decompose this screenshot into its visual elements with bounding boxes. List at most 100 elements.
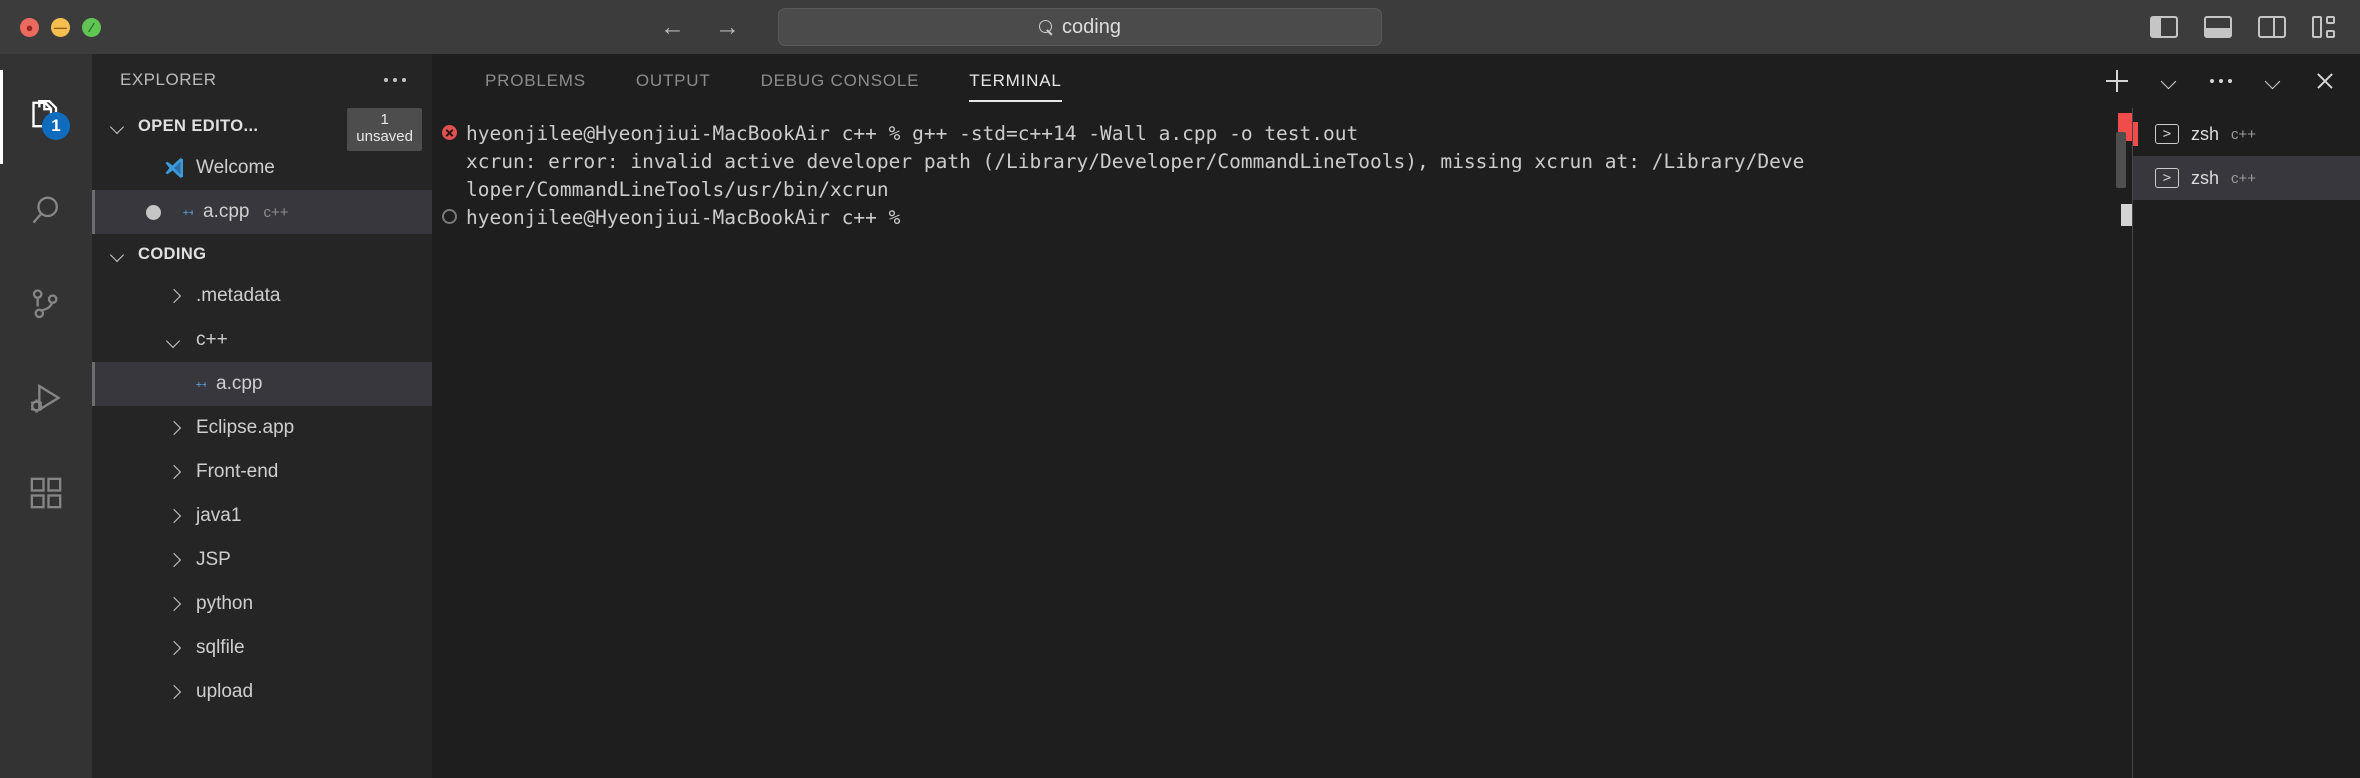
- chevron-right-icon: [162, 416, 186, 440]
- chevron-right-icon: [162, 680, 186, 704]
- terminal-prompt-text: hyeonjilee@Hyeonjiui-MacBookAir c++ %: [466, 206, 913, 229]
- close-icon: ●: [25, 19, 34, 35]
- bottom-panel: PROBLEMS OUTPUT DEBUG CONSOLE TERMINAL h…: [432, 54, 2360, 778]
- tree-item-label: Front-end: [196, 461, 279, 482]
- chevron-down-icon: [106, 242, 130, 266]
- explorer-title: EXPLORER: [120, 70, 217, 89]
- tab-terminal[interactable]: TERMINAL: [944, 54, 1086, 108]
- command-status-gutter: [432, 148, 466, 153]
- terminal-prompt-line: hyeonjilee@Hyeonjiui-MacBookAir c++ %: [432, 204, 2132, 232]
- back-arrow-icon[interactable]: ←: [660, 14, 685, 40]
- unsaved-count-badge: 1 unsaved: [347, 108, 422, 151]
- open-editor-a-cpp[interactable]: ++ a.cpp c++: [92, 190, 432, 234]
- tree-item-sqlfile[interactable]: sqlfile: [92, 626, 432, 670]
- terminal-tabs-list: > zsh c++ > zsh c++: [2132, 108, 2360, 778]
- unsaved-count: 1: [380, 111, 389, 128]
- command-center-search[interactable]: coding: [778, 8, 1382, 46]
- chevron-right-icon: [162, 636, 186, 660]
- activity-bar-item-explorer[interactable]: 1: [0, 70, 92, 164]
- toggle-primary-sidebar-icon[interactable]: [2150, 16, 2178, 38]
- activity-bar-item-source-control[interactable]: [0, 258, 92, 352]
- new-terminal-dropdown-icon[interactable]: [2156, 68, 2182, 94]
- search-icon: [1039, 19, 1054, 35]
- terminal-line-text: xcrun: error: invalid active developer p…: [466, 150, 1805, 173]
- terminal-more-actions-icon[interactable]: [2208, 68, 2234, 94]
- explorer-sidebar: EXPLORER OPEN EDITO... 1 unsaved Welcome…: [92, 54, 432, 778]
- command-status-gutter: [432, 176, 466, 181]
- minimize-window-button[interactable]: —: [51, 17, 70, 37]
- tab-label: TERMINAL: [969, 71, 1062, 90]
- open-editor-welcome[interactable]: Welcome: [92, 146, 432, 190]
- chevron-right-icon: [162, 592, 186, 616]
- panel-header: PROBLEMS OUTPUT DEBUG CONSOLE TERMINAL: [432, 54, 2360, 108]
- tab-problems[interactable]: PROBLEMS: [460, 54, 611, 108]
- command-status-gutter: [432, 204, 466, 224]
- terminal-shell-icon: >: [2155, 124, 2179, 144]
- tab-label: PROBLEMS: [485, 71, 586, 90]
- svg-text:++: ++: [196, 380, 206, 391]
- tree-item-jsp[interactable]: JSP: [92, 538, 432, 582]
- terminal-tab-name: zsh: [2191, 123, 2220, 144]
- terminal-tab-2[interactable]: > zsh c++: [2133, 156, 2360, 200]
- close-window-button[interactable]: ●: [20, 17, 39, 37]
- tab-label: DEBUG CONSOLE: [760, 71, 920, 90]
- tree-item-label: Eclipse.app: [196, 417, 295, 438]
- explorer-badge-count: 1: [42, 112, 70, 140]
- activity-bar-item-extensions[interactable]: [0, 446, 92, 540]
- open-editors-label: OPEN EDITO...: [138, 116, 259, 135]
- terminal-line: loper/CommandLineTools/usr/bin/xcrun: [432, 176, 2132, 204]
- tree-item-label: c++: [196, 329, 228, 350]
- activity-bar-item-search[interactable]: [0, 164, 92, 258]
- tree-item-a-cpp[interactable]: ++ a.cpp: [92, 362, 432, 406]
- command-status-gutter: [432, 120, 466, 140]
- tree-item-java1[interactable]: java1: [92, 494, 432, 538]
- title-bar: ● — ⁄ ← → coding: [0, 0, 2360, 54]
- tab-output[interactable]: OUTPUT: [611, 54, 736, 108]
- unsaved-text: unsaved: [356, 128, 413, 146]
- workbench: 1 EXPLORER OPEN EDITO... 1 unsaved Welco…: [0, 54, 2360, 778]
- terminal-tab-cwd: c++: [2231, 169, 2257, 187]
- ellipsis-icon[interactable]: [380, 70, 410, 90]
- chevron-right-icon: [162, 460, 186, 484]
- search-value: coding: [1062, 15, 1121, 38]
- terminal-tab-1[interactable]: > zsh c++: [2133, 112, 2360, 156]
- terminal-scrollbar[interactable]: [2116, 132, 2126, 188]
- terminal-line: xcrun: error: invalid active developer p…: [432, 148, 2132, 176]
- terminal-line-text: loper/CommandLineTools/usr/bin/xcrun: [466, 178, 889, 201]
- terminal-tab-name: zsh: [2191, 167, 2220, 188]
- toggle-secondary-sidebar-icon[interactable]: [2258, 16, 2286, 38]
- window-controls: ● — ⁄: [0, 17, 101, 37]
- error-marker-icon: [441, 125, 457, 140]
- tree-item-python[interactable]: python: [92, 582, 432, 626]
- hide-panel-icon[interactable]: [2260, 68, 2286, 94]
- navigation-arrows: ← →: [660, 0, 740, 54]
- chevron-right-icon: [162, 284, 186, 308]
- toggle-panel-icon[interactable]: [2204, 16, 2232, 38]
- tree-item-label: .metadata: [196, 285, 281, 306]
- section-workspace-coding[interactable]: CODING: [92, 234, 432, 274]
- terminal-output[interactable]: hyeonjilee@Hyeonjiui-MacBookAir c++ % g+…: [432, 108, 2132, 778]
- layout-controls: [2150, 0, 2340, 54]
- tab-debug-console[interactable]: DEBUG CONSOLE: [736, 54, 945, 108]
- panel-tabs: PROBLEMS OUTPUT DEBUG CONSOLE TERMINAL: [460, 54, 1087, 108]
- customize-layout-icon[interactable]: [2312, 16, 2340, 38]
- unsaved-dot-icon: [146, 204, 161, 220]
- forward-arrow-icon[interactable]: →: [715, 14, 740, 40]
- new-terminal-icon[interactable]: [2104, 68, 2130, 94]
- tree-item-label: sqlfile: [196, 637, 245, 658]
- activity-bar-item-run-and-debug[interactable]: [0, 352, 92, 446]
- tree-item-upload[interactable]: upload: [92, 670, 432, 714]
- close-panel-icon[interactable]: [2312, 68, 2338, 94]
- tree-item-metadata[interactable]: .metadata: [92, 274, 432, 318]
- panel-body: hyeonjilee@Hyeonjiui-MacBookAir c++ % g+…: [432, 108, 2360, 778]
- maximize-window-button[interactable]: ⁄: [82, 17, 101, 37]
- activity-bar: 1: [0, 54, 92, 778]
- workspace-label: CODING: [138, 244, 207, 263]
- tree-item-eclipse-app[interactable]: Eclipse.app: [92, 406, 432, 450]
- terminal-line-text: hyeonjilee@Hyeonjiui-MacBookAir c++ % g+…: [466, 122, 1359, 145]
- section-open-editors[interactable]: OPEN EDITO... 1 unsaved: [92, 106, 432, 151]
- tree-item-cpp-folder[interactable]: c++: [92, 318, 432, 362]
- chevron-right-icon: [162, 504, 186, 528]
- open-editor-label: a.cpp: [203, 201, 250, 222]
- tree-item-front-end[interactable]: Front-end: [92, 450, 432, 494]
